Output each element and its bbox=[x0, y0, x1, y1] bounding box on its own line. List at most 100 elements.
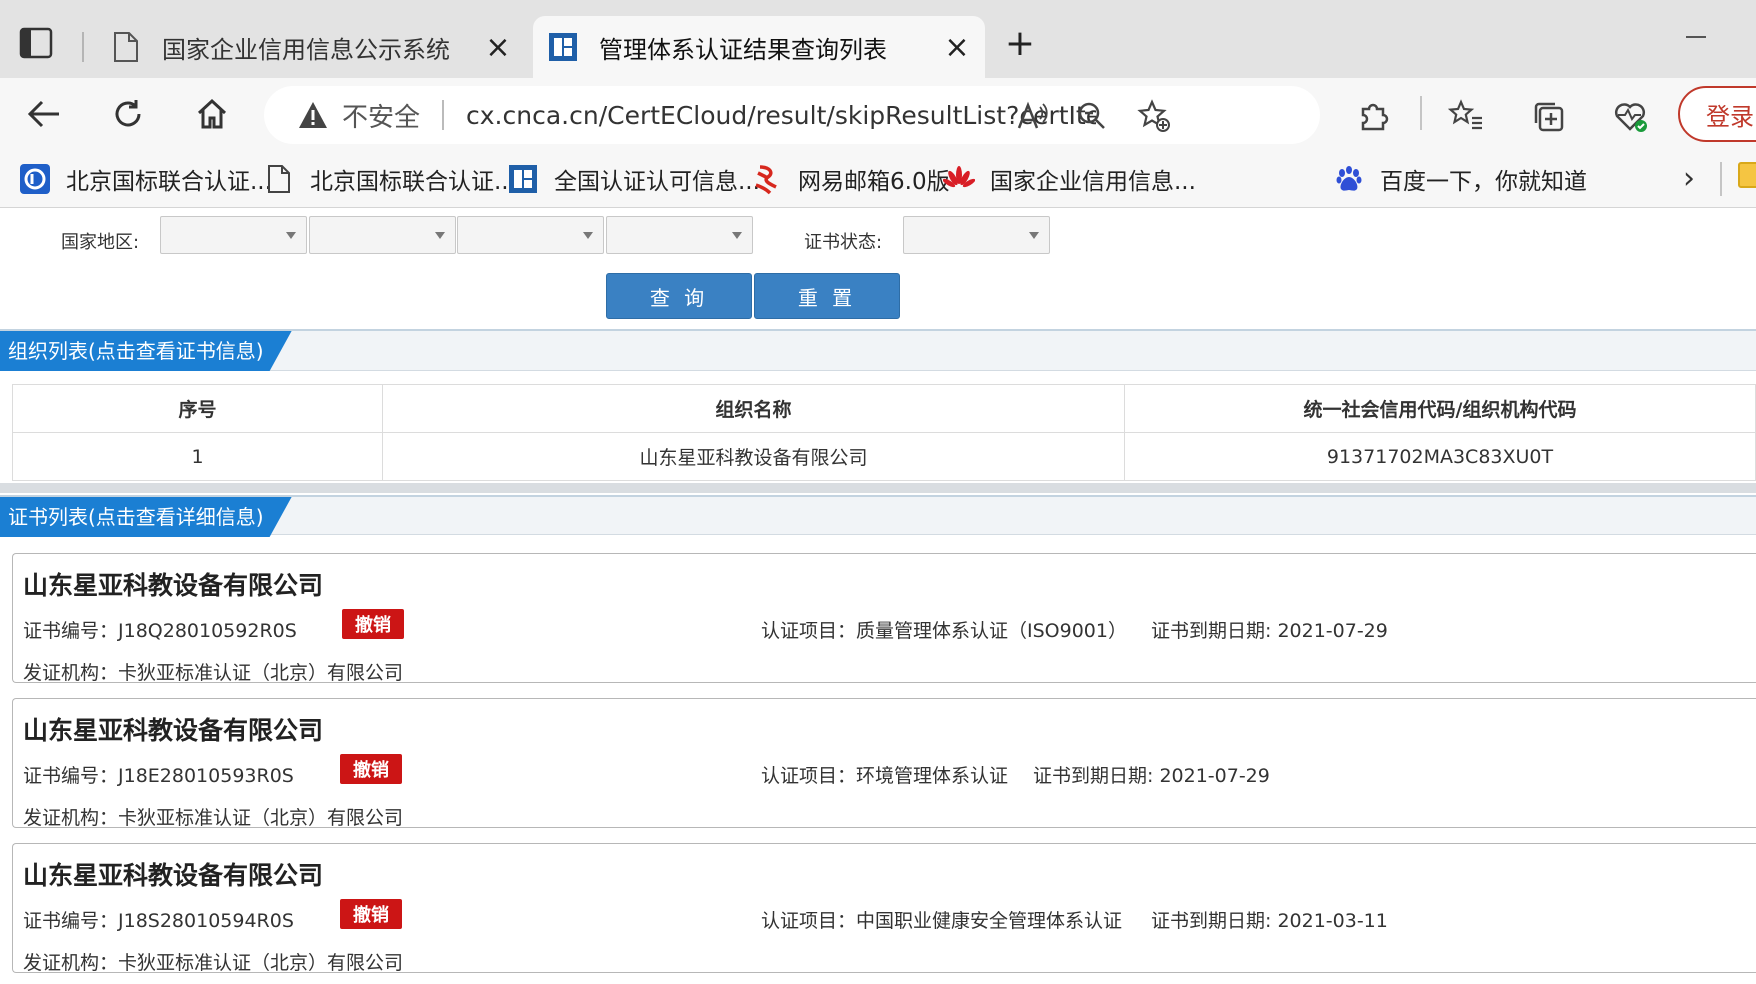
chevron-down-icon bbox=[1029, 232, 1039, 239]
cert-company-name: 山东星亚科教设备有限公司 bbox=[23, 571, 324, 600]
cert-expiry: 证书到期日期: 2021-07-29 bbox=[1151, 620, 1388, 642]
cert-card[interactable]: 山东星亚科教设备有限公司 证书编号：J18S28010594R0S 撤销 认证项… bbox=[12, 843, 1756, 974]
column-header: 组织名称 bbox=[382, 384, 1125, 433]
extensions-icon[interactable] bbox=[1354, 96, 1394, 136]
cert-section-title: 证书列表(点击查看详细信息) bbox=[0, 497, 292, 537]
cert-card[interactable]: 山东星亚科教设备有限公司 证书编号：J18Q28010592R0S 撤销 认证项… bbox=[12, 553, 1756, 684]
bookmark-label: 北京国标联合认证... bbox=[66, 169, 272, 195]
browser-health-icon[interactable] bbox=[1610, 96, 1650, 136]
org-section-header: 组织列表(点击查看证书信息) bbox=[0, 329, 1756, 371]
chevron-down-icon bbox=[435, 232, 445, 239]
baidu-paw-icon bbox=[1332, 162, 1366, 196]
section-divider bbox=[0, 483, 1756, 493]
bookmark-item[interactable]: 北京国标联合认证... bbox=[262, 160, 516, 198]
new-tab-icon[interactable]: + bbox=[1002, 26, 1038, 64]
folder-icon[interactable] bbox=[1738, 162, 1756, 188]
column-header: 统一社会信用代码/组织机构代码 bbox=[1124, 384, 1756, 433]
tab-credit-system[interactable]: 国家企业信用信息公示系统 × bbox=[96, 16, 526, 78]
cert-number: 证书编号：J18E28010593R0S bbox=[23, 765, 294, 787]
address-bar[interactable]: 不安全 cx.cnca.cn/CertECloud/result/skipRes… bbox=[264, 86, 1320, 144]
status-label: 证书状态: bbox=[804, 232, 883, 253]
home-icon[interactable] bbox=[190, 92, 234, 136]
toolbar-divider bbox=[1420, 96, 1422, 130]
tab-label: 国家企业信用信息公示系统 bbox=[162, 35, 450, 64]
region-label: 国家地区: bbox=[61, 232, 140, 253]
chevron-down-icon bbox=[286, 232, 296, 239]
column-header: 序号 bbox=[12, 384, 383, 433]
site-favicon-icon bbox=[545, 29, 581, 65]
cert-company-name: 山东星亚科教设备有限公司 bbox=[23, 861, 324, 890]
cert-project: 认证项目：环境管理体系认证 bbox=[761, 765, 1009, 787]
refresh-icon[interactable] bbox=[106, 92, 150, 136]
bookmarks-bar: 北京国标联合认证... 北京国标联合认证... 全国认证认可信息... 网易邮箱… bbox=[0, 150, 1756, 208]
cert-company-name: 山东星亚科教设备有限公司 bbox=[23, 716, 324, 745]
browser-toolbar: 不安全 cx.cnca.cn/CertECloud/result/skipRes… bbox=[0, 78, 1756, 150]
huawei-flower-icon bbox=[942, 162, 976, 196]
table-row[interactable]: 1 山东星亚科教设备有限公司 91371702MA3C83XU0T bbox=[12, 432, 1756, 481]
add-favorite-icon[interactable] bbox=[1136, 98, 1172, 134]
cert-number: 证书编号：J18S28010594R0S bbox=[23, 910, 294, 932]
region-select-2[interactable] bbox=[309, 216, 456, 254]
bookmarks-divider bbox=[1720, 162, 1722, 196]
region-select-1[interactable] bbox=[160, 216, 307, 254]
close-icon[interactable]: × bbox=[939, 29, 975, 65]
status-select[interactable] bbox=[903, 216, 1050, 254]
tab-actions-icon[interactable] bbox=[18, 26, 56, 60]
cert-card[interactable]: 山东星亚科教设备有限公司 证书编号：J18E28010593R0S 撤销 认证项… bbox=[12, 698, 1756, 829]
document-icon bbox=[262, 162, 296, 196]
address-divider bbox=[442, 100, 445, 130]
tab-cert-query[interactable]: 管理体系认证结果查询列表 × bbox=[533, 16, 985, 78]
cert-project: 认证项目：质量管理体系认证（ISO9001） bbox=[761, 620, 1127, 642]
bookmark-item[interactable]: 网易邮箱6.0版 bbox=[750, 160, 950, 198]
url-text[interactable]: cx.cnca.cn/CertECloud/result/skipResultL… bbox=[466, 101, 1096, 130]
tab-label: 管理体系认证结果查询列表 bbox=[599, 35, 887, 64]
login-button[interactable]: 登录 bbox=[1678, 86, 1756, 142]
table-header-row: 序号 组织名称 统一社会信用代码/组织机构代码 bbox=[12, 384, 1756, 433]
query-button[interactable]: 查 询 bbox=[606, 273, 752, 319]
row-index: 1 bbox=[12, 432, 383, 481]
zoom-out-icon[interactable] bbox=[1074, 98, 1110, 134]
tab-divider bbox=[82, 32, 84, 62]
chevron-down-icon bbox=[583, 232, 593, 239]
site-favicon-icon bbox=[506, 162, 540, 196]
bookmark-item[interactable]: 北京国标联合认证... bbox=[18, 160, 272, 198]
bookmark-label: 网易邮箱6.0版 bbox=[798, 169, 950, 195]
cert-project: 认证项目：中国职业健康安全管理体系认证 bbox=[761, 910, 1123, 932]
reset-button[interactable]: 重 置 bbox=[754, 273, 900, 319]
bookmark-label: 北京国标联合认证... bbox=[310, 169, 516, 195]
netease-mail-icon bbox=[750, 162, 784, 196]
cert-section-header: 证书列表(点击查看详细信息) bbox=[0, 495, 1756, 535]
row-credit-code: 91371702MA3C83XU0T bbox=[1124, 432, 1756, 481]
bookmark-label: 全国认证认可信息... bbox=[554, 169, 760, 195]
org-table: 序号 组织名称 统一社会信用代码/组织机构代码 1 山东星亚科教设备有限公司 9… bbox=[12, 384, 1756, 481]
status-badge: 撤销 bbox=[340, 899, 402, 929]
chevron-right-icon[interactable]: › bbox=[1674, 160, 1704, 196]
row-org-name[interactable]: 山东星亚科教设备有限公司 bbox=[382, 432, 1125, 481]
collections-icon[interactable] bbox=[1528, 96, 1568, 136]
region-select-4[interactable] bbox=[606, 216, 753, 254]
warning-icon[interactable] bbox=[296, 98, 330, 132]
status-badge: 撤销 bbox=[340, 754, 402, 784]
chevron-down-icon bbox=[732, 232, 742, 239]
read-aloud-icon[interactable] bbox=[1014, 98, 1050, 134]
cert-number: 证书编号：J18Q28010592R0S bbox=[23, 620, 297, 642]
bookmark-item[interactable]: 国家企业信用信息... bbox=[942, 160, 1196, 198]
region-select-3[interactable] bbox=[457, 216, 604, 254]
org-section-title: 组织列表(点击查看证书信息) bbox=[0, 331, 292, 371]
cert-expiry: 证书到期日期: 2021-03-11 bbox=[1151, 910, 1388, 932]
bookmark-item[interactable]: 百度一下，你就知道 bbox=[1332, 160, 1587, 198]
bookmark-label: 百度一下，你就知道 bbox=[1380, 169, 1587, 195]
minimize-icon[interactable] bbox=[1686, 36, 1706, 38]
favorites-icon[interactable] bbox=[1446, 96, 1486, 136]
page-content: 国家地区: 证书状态: 查 询 重 置 组织列表(点击查看证书信息) 序号 组织… bbox=[0, 209, 1756, 984]
status-badge: 撤销 bbox=[342, 609, 404, 639]
cert-issuer: 发证机构：卡狄亚标准认证（北京）有限公司 bbox=[23, 952, 404, 974]
cert-expiry: 证书到期日期: 2021-07-29 bbox=[1033, 765, 1270, 787]
security-status[interactable]: 不安全 bbox=[342, 97, 420, 134]
close-icon[interactable]: × bbox=[480, 29, 516, 65]
bookmark-item[interactable]: 全国认证认可信息... bbox=[506, 160, 760, 198]
back-arrow-icon[interactable] bbox=[22, 92, 66, 136]
cert-issuer: 发证机构：卡狄亚标准认证（北京）有限公司 bbox=[23, 662, 404, 684]
document-icon bbox=[108, 29, 144, 65]
tab-strip: 国家企业信用信息公示系统 × 管理体系认证结果查询列表 × + bbox=[0, 0, 1756, 78]
